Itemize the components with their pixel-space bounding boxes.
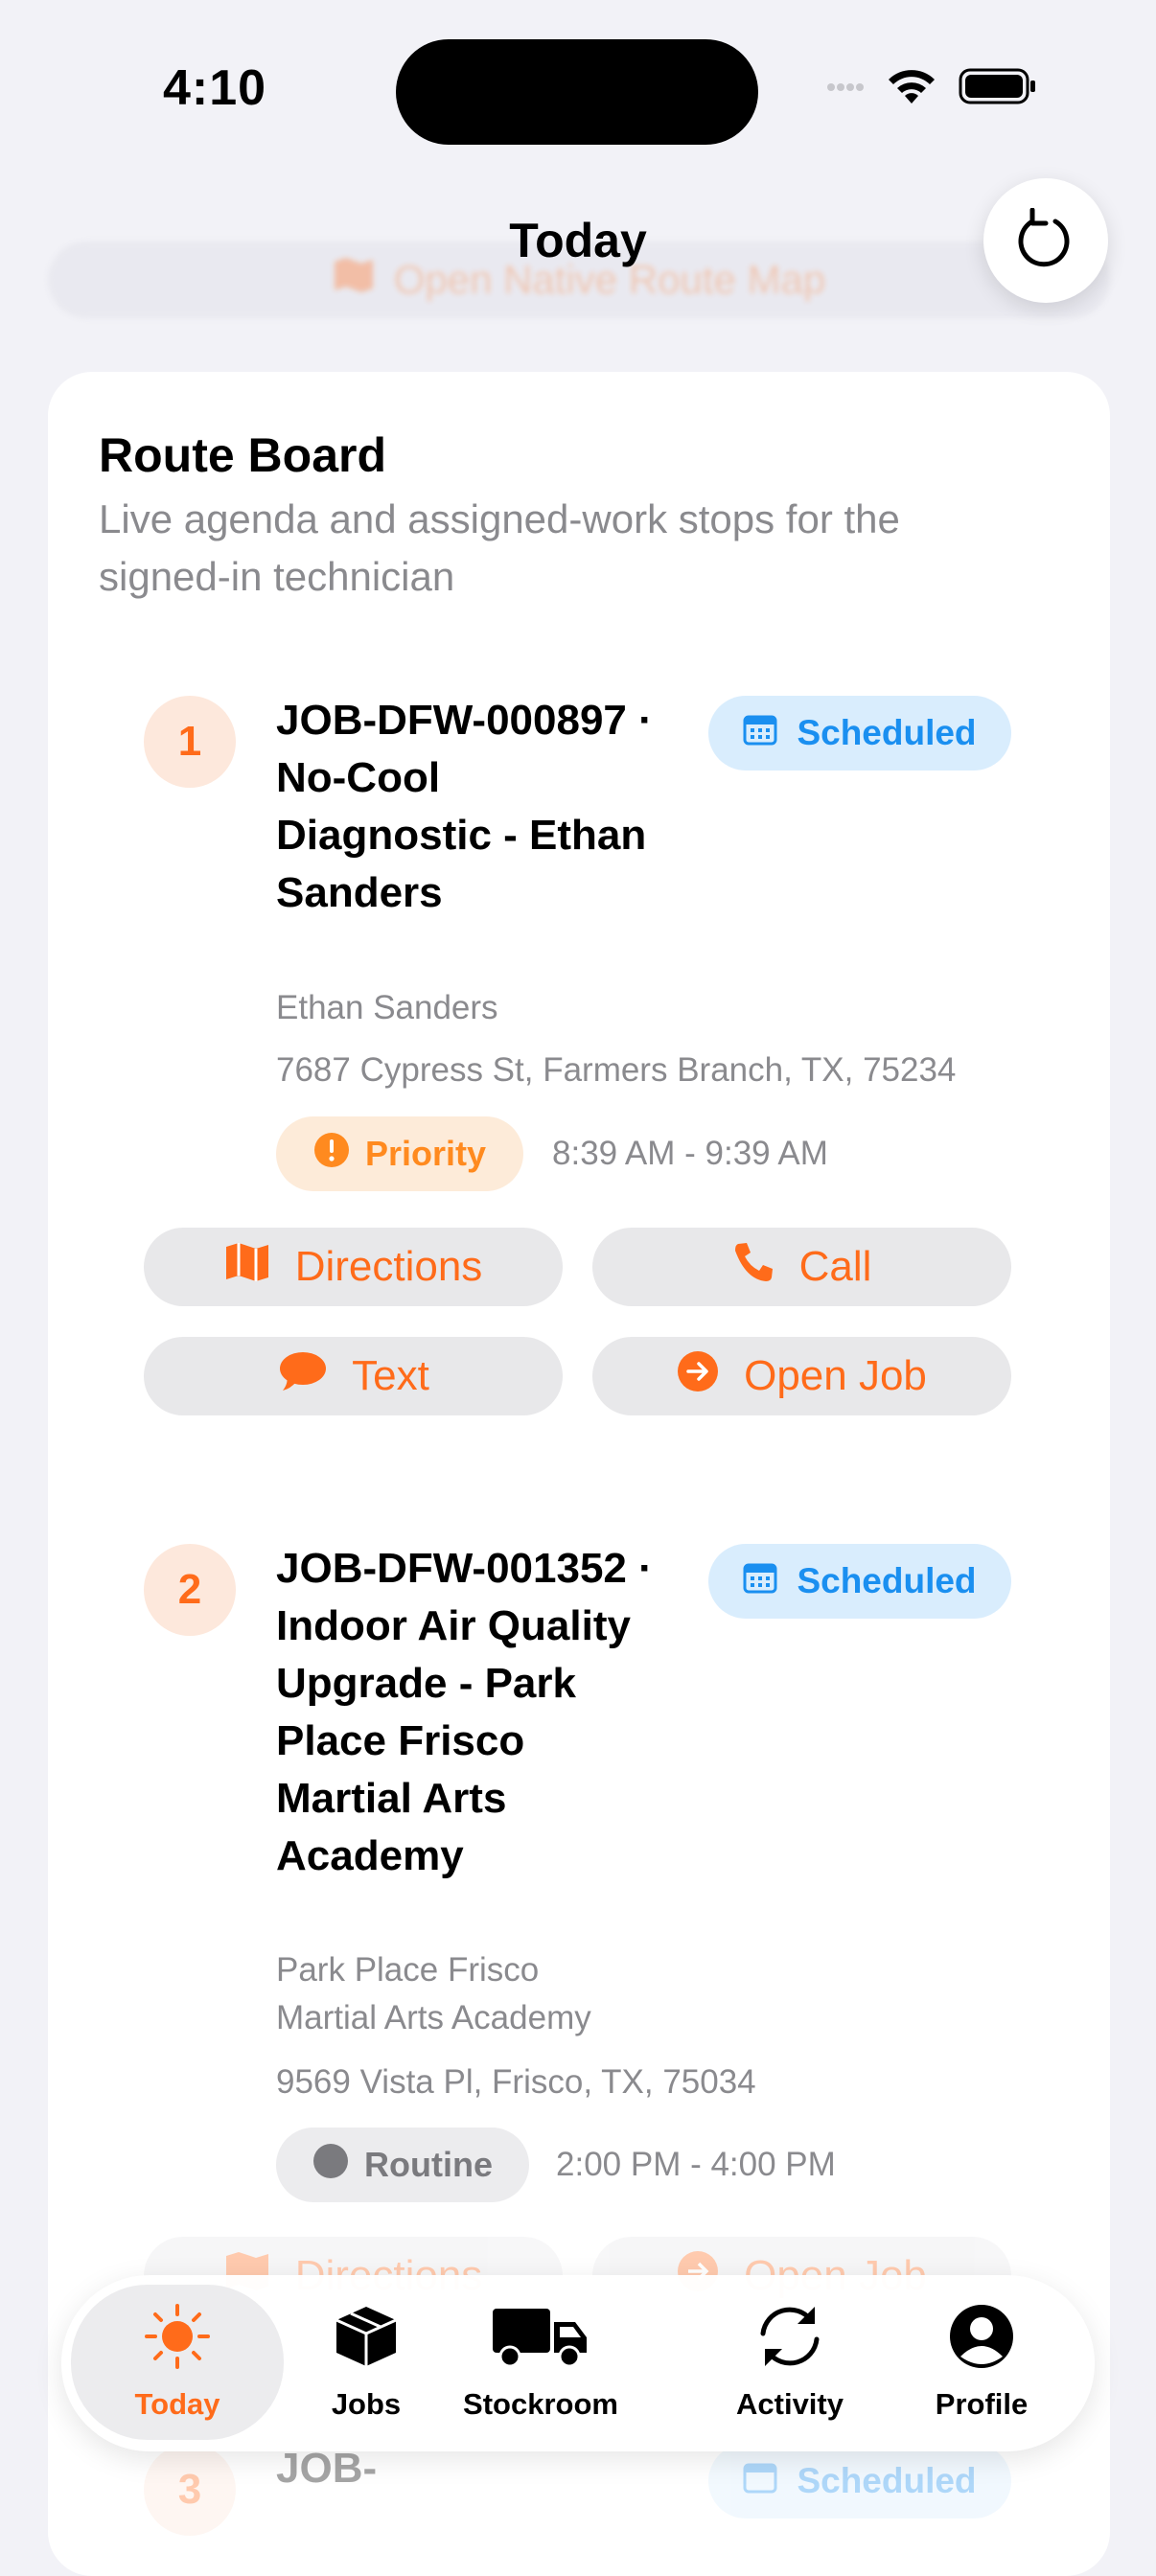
person-circle-icon — [948, 2303, 1015, 2378]
tab-activity[interactable]: Activity — [713, 2285, 867, 2440]
stop-number-badge: 2 — [144, 1544, 236, 1636]
calendar-icon — [743, 2461, 777, 2502]
sun-icon — [140, 2303, 215, 2378]
wifi-icon — [886, 67, 937, 110]
priority-badge: Routine — [276, 2128, 529, 2202]
job-address: 9569 Vista Pl, Frisco, TX, 75034 — [276, 2063, 756, 2101]
map-icon — [224, 1241, 270, 1294]
calendar-icon — [743, 713, 777, 754]
arrow-circle-icon — [677, 1350, 719, 1403]
exclamation-circle-icon — [313, 1132, 350, 1177]
route-board-title: Route Board — [99, 428, 386, 482]
status-label: Scheduled — [797, 2461, 977, 2500]
calendar-icon — [743, 1561, 777, 1602]
refresh-icon — [1017, 207, 1075, 274]
text-label: Text — [352, 1352, 429, 1399]
tab-label: Jobs — [331, 2387, 402, 2421]
status-label: Scheduled — [797, 713, 977, 752]
job-address: 7687 Cypress St, Farmers Branch, TX, 752… — [276, 1051, 957, 1089]
dot-icon — [312, 2143, 349, 2188]
priority-badge: Priority — [276, 1116, 523, 1191]
customer-name: Park Place Frisco Martial Arts Academy — [276, 1951, 591, 2036]
sync-icon — [751, 2303, 828, 2378]
customer-name: Ethan Sanders — [276, 989, 498, 1026]
priority-label: Routine — [364, 2145, 493, 2184]
stop-number-badge: 1 — [144, 696, 236, 788]
job-title[interactable]: JOB-DFW-000897 · No-Cool Diagnostic - Et… — [276, 692, 659, 922]
tab-label: Today — [134, 2387, 220, 2421]
time-window: 8:39 AM - 9:39 AM — [552, 1135, 828, 1172]
tab-bar: Today Jobs Stockroom Activity Profile — [61, 2275, 1095, 2451]
time-window: 2:00 PM - 4:00 PM — [556, 2146, 836, 2183]
status-indicators — [826, 67, 1037, 110]
tab-profile[interactable]: Profile — [905, 2285, 1058, 2440]
dynamic-island — [396, 39, 758, 145]
tab-label: Stockroom — [463, 2387, 618, 2421]
call-label: Call — [798, 1243, 872, 1290]
battery-icon — [959, 67, 1037, 110]
truck-icon — [491, 2303, 590, 2378]
text-button[interactable]: Text — [144, 1337, 563, 1415]
tab-stockroom[interactable]: Stockroom — [445, 2285, 636, 2440]
call-button[interactable]: Call — [592, 1228, 1011, 1306]
refresh-button[interactable] — [983, 178, 1108, 303]
open-job-label: Open Job — [744, 1352, 927, 1399]
open-job-button[interactable]: Open Job — [592, 1337, 1011, 1415]
status-badge: Scheduled — [708, 1544, 1011, 1619]
message-bubble-icon — [277, 1350, 327, 1403]
job-title[interactable]: JOB-DFW-001352 · Indoor Air Quality Upgr… — [276, 1540, 659, 1885]
tab-today[interactable]: Today — [71, 2285, 284, 2440]
directions-button[interactable]: Directions — [144, 1228, 563, 1306]
directions-label: Directions — [294, 1243, 483, 1290]
stop-number-badge: 3 — [144, 2444, 236, 2536]
route-board-subtitle: Live agenda and assigned-work stops for … — [99, 496, 900, 599]
status-label: Scheduled — [797, 1561, 977, 1600]
priority-label: Priority — [364, 1134, 487, 1173]
status-time: 4:10 — [163, 60, 267, 116]
signal-icon — [826, 80, 865, 98]
box-icon — [333, 2303, 400, 2378]
phone-icon — [732, 1241, 775, 1294]
tab-label: Activity — [736, 2387, 844, 2421]
tab-label: Profile — [935, 2387, 1029, 2421]
tab-jobs[interactable]: Jobs — [299, 2285, 433, 2440]
status-badge: Scheduled — [708, 2444, 1011, 2518]
status-badge: Scheduled — [708, 696, 1011, 770]
